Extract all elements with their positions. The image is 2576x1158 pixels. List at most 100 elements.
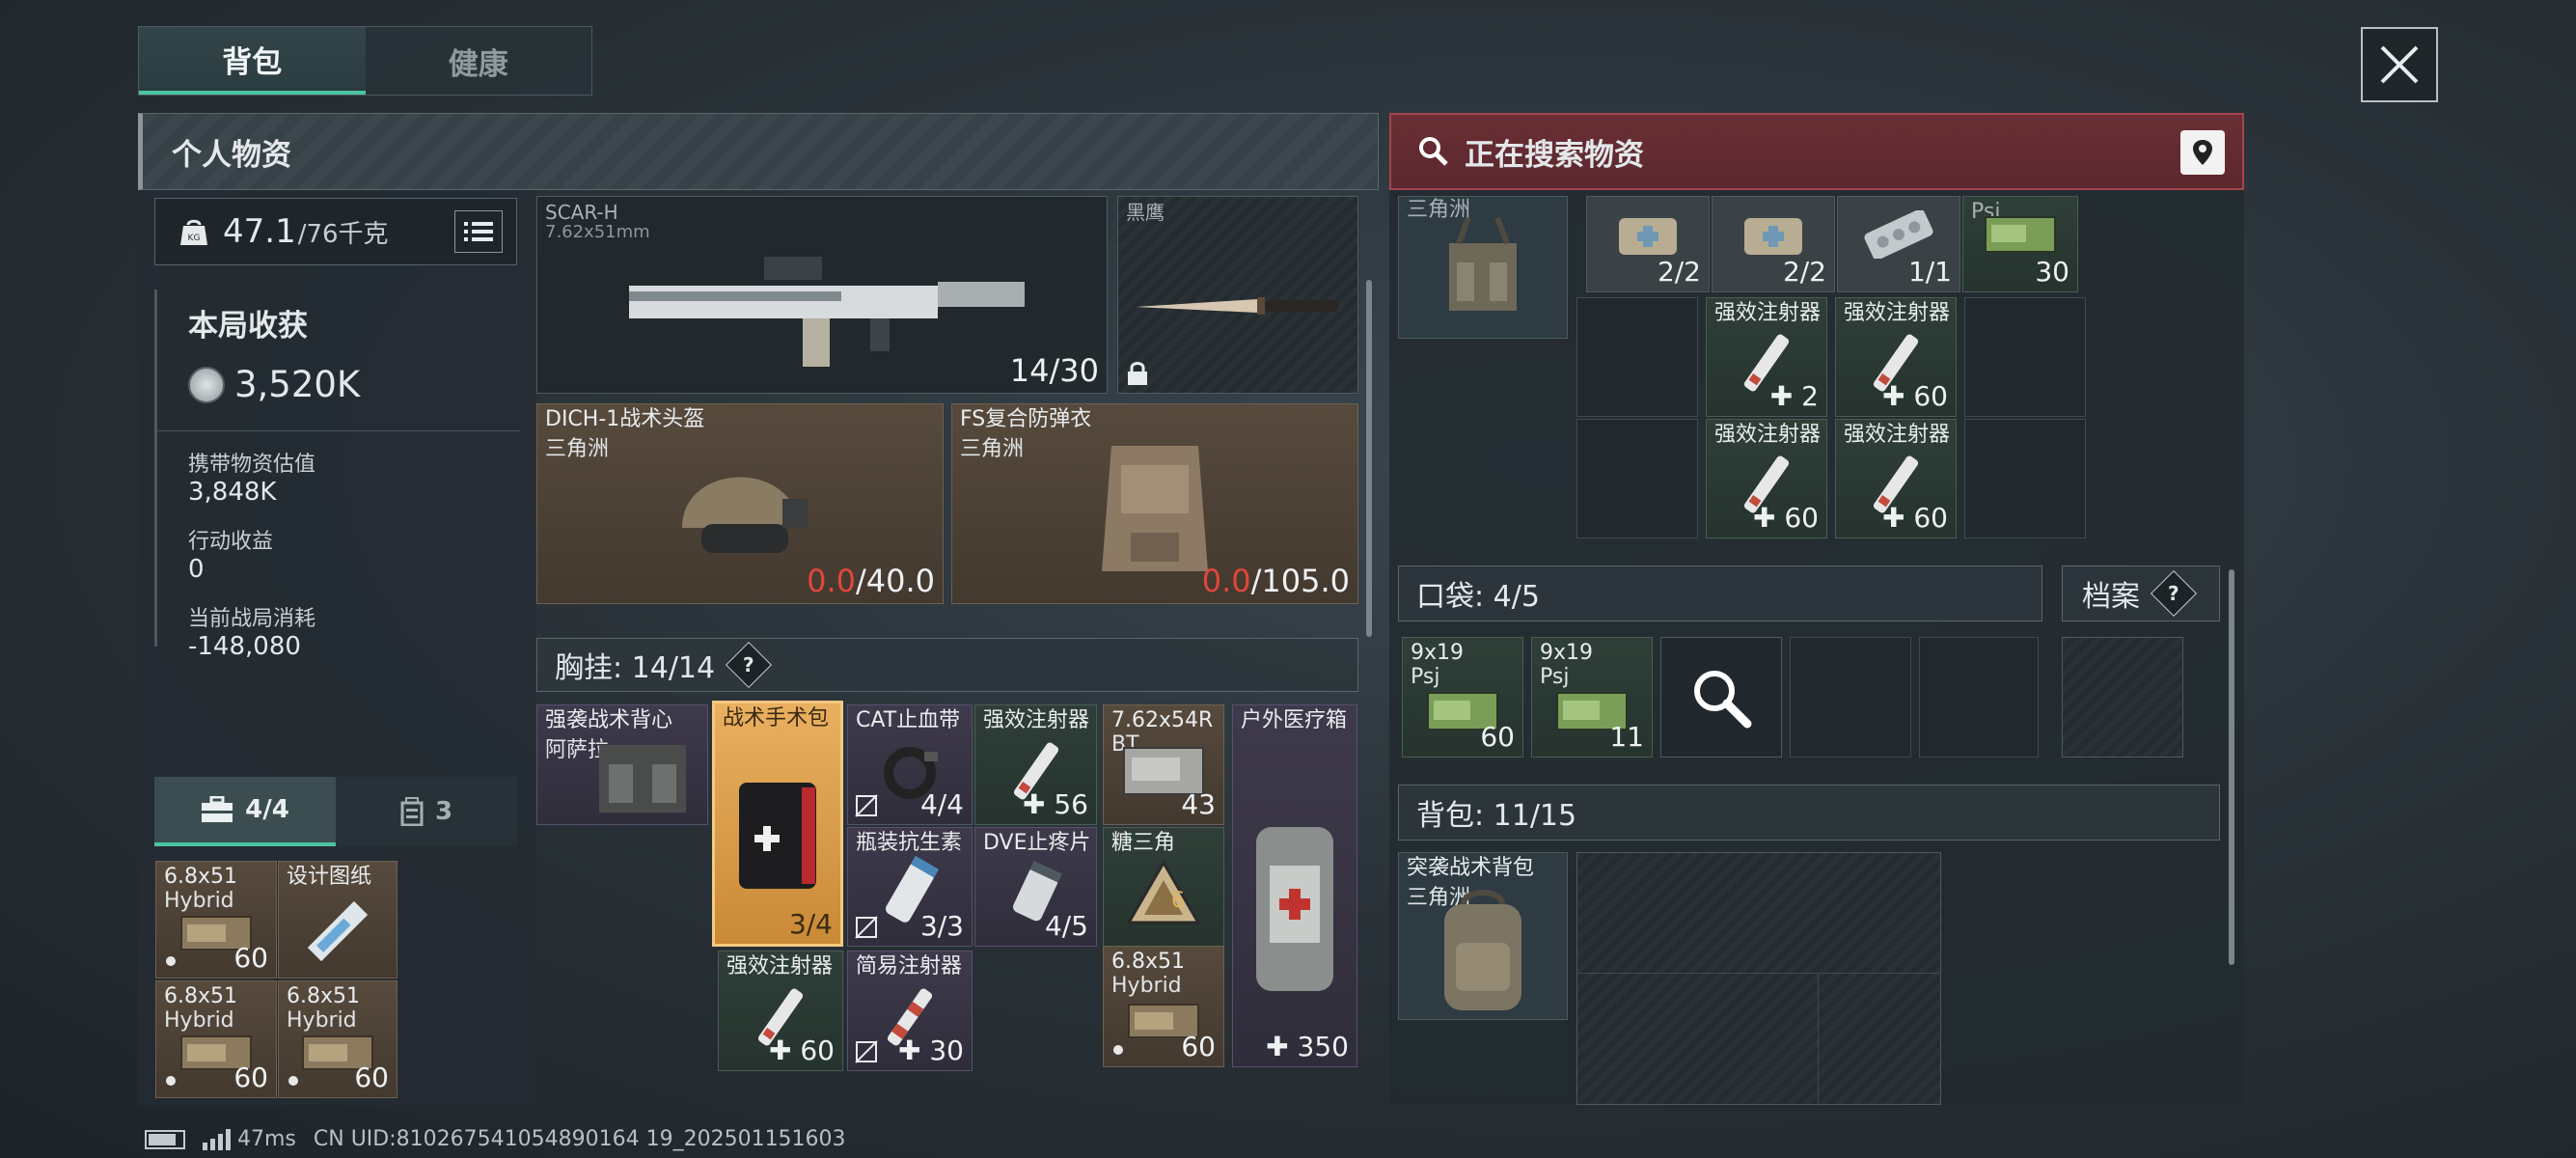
rig-slot[interactable]: 强袭战术背心 阿萨拉 [536, 704, 708, 825]
blueprint-icon [307, 900, 369, 962]
tab-backpack[interactable]: 背包 [139, 27, 366, 95]
rig-item[interactable]: 6.8x51 Hybrid 60 [1103, 946, 1224, 1067]
tab-safebox[interactable]: 4/4 [154, 777, 336, 846]
top-tabs: 背包 健康 [138, 26, 592, 96]
empty-slot[interactable] [1576, 419, 1698, 538]
helmet-sub: 三角洲 [545, 437, 610, 461]
item-qty: ✚ 60 [1882, 502, 1948, 534]
empty-slot[interactable] [1790, 637, 1911, 758]
backpack-grid-line [1818, 973, 1819, 1105]
helmet-durability-current: 0.0 [807, 563, 856, 599]
triangle-token-icon [1126, 860, 1201, 924]
helmet-durability: 0.0/40.0 [807, 563, 935, 599]
archive-help-button[interactable]: ? [2150, 569, 2198, 618]
loot-item[interactable]: 强效注射器 ✚ 60 [1706, 419, 1827, 538]
rig-item[interactable]: CAT止血带 4/4 [847, 704, 973, 825]
signal-icon [203, 1128, 231, 1150]
rig-item[interactable]: 简易注射器 ✚ 30 [847, 951, 973, 1071]
archive-button[interactable]: 档案 ? [2062, 565, 2220, 621]
tab-case-label: 3 [434, 797, 453, 826]
right-scrollbar[interactable] [2229, 569, 2234, 965]
armor-sub: 三角洲 [960, 437, 1025, 461]
loot-item[interactable]: 2/2 [1712, 196, 1835, 292]
tab-case[interactable]: 3 [336, 777, 517, 846]
ammo-count: 14/30 [1009, 352, 1099, 389]
item-qty-value: 30 [929, 1034, 964, 1066]
left-scrollbar[interactable] [1366, 280, 1372, 637]
empty-slot[interactable] [1964, 419, 2086, 538]
rig-item[interactable]: 强效注射器 ✚ 60 [718, 951, 843, 1071]
weight-current: 47.1 [223, 212, 296, 251]
item-qty-value: 350 [1297, 1031, 1349, 1062]
backpack-grid[interactable] [1576, 852, 1941, 1105]
searching-slot[interactable] [1660, 637, 1782, 758]
rig-help-button[interactable]: ? [726, 641, 773, 689]
helmet-slot[interactable]: DICH-1战术头盔 三角洲 0.0/40.0 [536, 403, 944, 604]
loot-item[interactable]: Psj 30 [1962, 196, 2078, 292]
help-icon: ? [2168, 581, 2179, 605]
safebox-item[interactable]: 6.8x51 Hybrid 60 [278, 980, 397, 1098]
item-qty-value: 60 [1784, 502, 1819, 534]
tab-health[interactable]: 健康 [366, 27, 592, 95]
chest-rig-icon [1449, 216, 1517, 311]
plus-icon: ✚ [1022, 788, 1055, 820]
rig-label: 胸挂: 14/14 [555, 651, 716, 685]
empty-slot[interactable] [1964, 297, 2086, 417]
battery-icon [145, 1129, 185, 1149]
loot-container[interactable]: 三角洲 [1398, 196, 1568, 339]
earnings-row: 3,520K [188, 364, 517, 405]
pocket-item[interactable]: 9x19 Psj 60 [1402, 637, 1523, 758]
safebox-item[interactable]: 6.8x51 Hybrid 60 [155, 861, 277, 979]
armor-slot[interactable]: FS复合防弹衣 三角洲 0.0/105.0 [951, 403, 1358, 604]
rig-item[interactable]: 强效注射器 ✚ 56 [974, 704, 1097, 825]
safebox-item[interactable]: 设计图纸 [278, 861, 397, 979]
empty-slot[interactable] [1919, 637, 2039, 758]
item-name: DVE止疼片 [983, 831, 1091, 855]
pocket-item[interactable]: 9x19 Psj 11 [1531, 637, 1653, 758]
item-name: 强效注射器 [726, 954, 834, 979]
rig-item[interactable]: 7.62x54R BT 43 [1103, 704, 1224, 825]
list-button[interactable] [454, 210, 503, 253]
knife-icon [1136, 296, 1338, 315]
backpack-name: 突袭战术背包 [1407, 856, 1535, 880]
loot-item[interactable]: 强效注射器 ✚ 2 [1706, 297, 1827, 417]
item-qty: 2/2 [1657, 256, 1701, 288]
item-name: CAT止血带 [856, 708, 961, 732]
backpack-bar: 背包: 11/15 [1398, 785, 2220, 841]
plus-icon: ✚ [1752, 502, 1785, 534]
melee-slot[interactable]: 黑鹰 [1117, 196, 1358, 394]
rig-item[interactable]: 户外医疗箱 ✚ 350 [1232, 704, 1357, 1067]
item-qty: 60 [1480, 721, 1515, 753]
loot-item[interactable]: 强效注射器 ✚ 60 [1835, 297, 1957, 417]
rig-item[interactable]: DVE止疼片 4/5 [974, 827, 1097, 947]
item-name: 6.8x51 [1111, 950, 1186, 974]
loot-item[interactable]: 强效注射器 ✚ 60 [1835, 419, 1957, 538]
rig-item[interactable]: 糖三角 6 [1103, 827, 1224, 947]
no-trade-icon [855, 794, 878, 817]
round-stats-title: 本局收获 [188, 309, 308, 344]
pocket-label: 口袋: 4/5 [1416, 580, 1540, 614]
round-stats: 本局收获 3,520K 携带物资估值 3,848K 行动收益 0 当前战局消耗 … [154, 290, 520, 661]
medical-case-icon [1256, 826, 1333, 991]
searching-header: 正在搜索物资 [1389, 113, 2244, 190]
empty-slot[interactable] [1576, 297, 1698, 417]
weapon-slot[interactable]: SCAR-H 7.62x51mm 14/30 [536, 196, 1108, 394]
loot-item[interactable]: 1/1 [1837, 196, 1960, 292]
rig-item[interactable]: 瓶装抗生素 3/3 [847, 827, 973, 947]
backpack-grid-line [1576, 973, 1941, 974]
item-qty-value: 56 [1054, 788, 1088, 820]
divider [157, 430, 520, 431]
item-dot [166, 1076, 176, 1086]
item-name: 简易注射器 [856, 954, 963, 979]
armor-durability-max: /105.0 [1250, 563, 1350, 599]
safebox-item[interactable]: 6.8x51 Hybrid 60 [155, 980, 277, 1098]
rig-item[interactable]: 战术手术包 3/4 [712, 701, 843, 947]
close-button[interactable] [2361, 27, 2438, 102]
location-button[interactable] [2180, 130, 2225, 175]
loot-item[interactable]: 2/2 [1586, 196, 1710, 292]
backpack-slot[interactable]: 突袭战术背包 三角洲 [1398, 852, 1568, 1020]
item-name: 户外医疗箱 [1241, 708, 1348, 732]
helmet-name: DICH-1战术头盔 [545, 407, 705, 431]
item-name: 强效注射器 [1714, 301, 1822, 325]
item-name: 战术手术包 [723, 706, 830, 731]
